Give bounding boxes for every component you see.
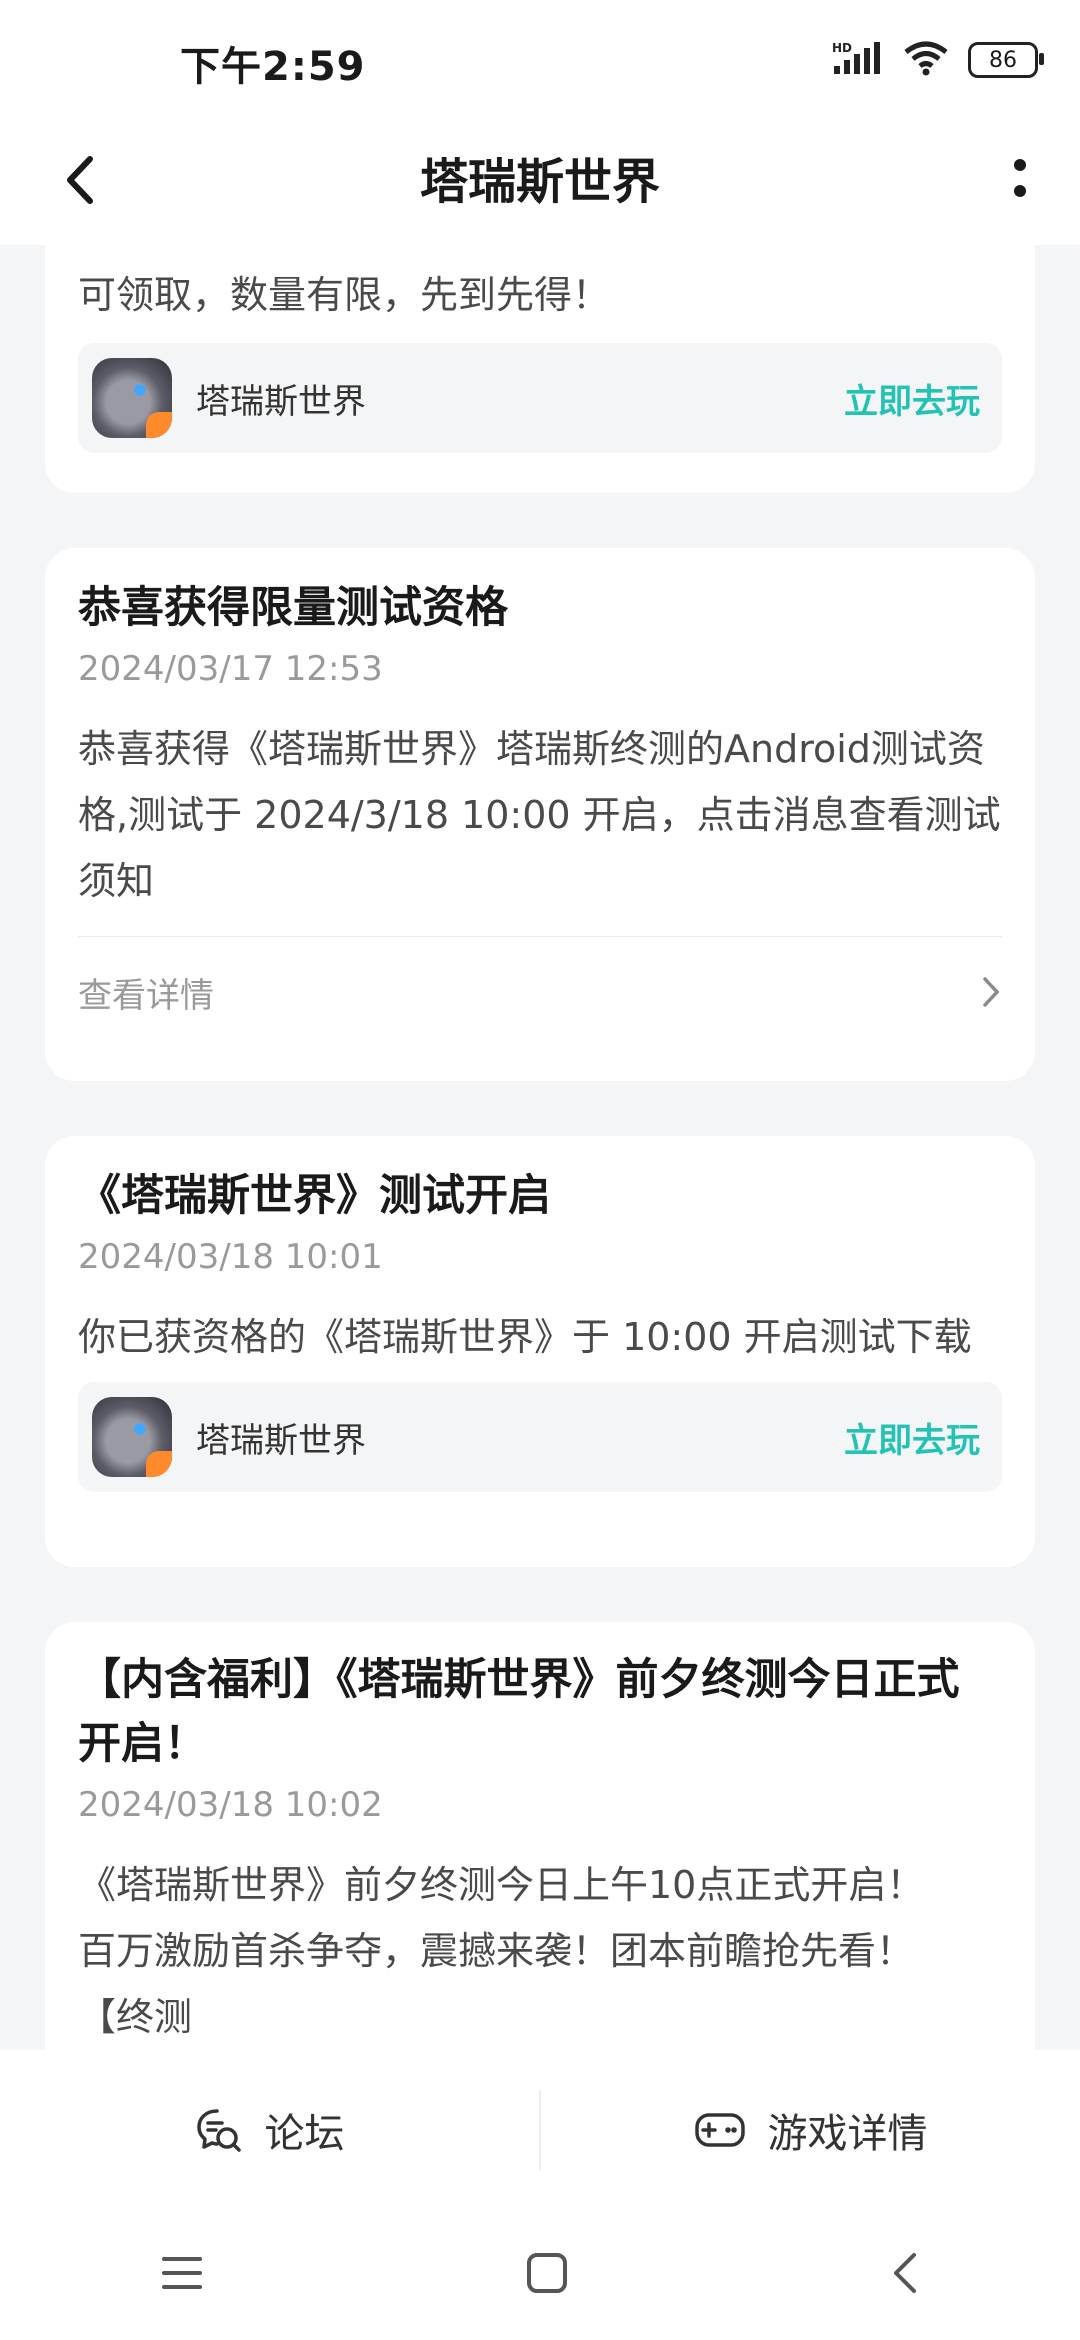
more-vertical-icon — [1014, 159, 1026, 197]
message-card[interactable]: 可领取，数量有限，先到先得！ 塔瑞斯世界 立即去玩 — [45, 245, 1035, 493]
message-card[interactable]: 《塔瑞斯世界》测试开启 2024/03/18 10:01 你已获资格的《塔瑞斯世… — [45, 1136, 1035, 1567]
system-back-button[interactable] — [890, 2251, 920, 2299]
message-list[interactable]: 可领取，数量有限，先到先得！ 塔瑞斯世界 立即去玩 恭喜获得限量测试资格 202… — [0, 245, 1080, 2050]
bottom-action-bar: 论坛 游戏详情 — [0, 2050, 1080, 2210]
wifi-icon — [902, 40, 950, 80]
cellular-signal-icon: HD — [832, 40, 884, 80]
status-icons: HD 86 — [832, 40, 1044, 80]
card-body-line: 《塔瑞斯世界》前夕终测今日上午10点正式开启！ — [78, 1863, 925, 1907]
game-app-icon — [92, 358, 172, 438]
card-body: 可领取，数量有限，先到先得！ — [78, 273, 611, 317]
back-triangle-icon — [893, 2253, 916, 2293]
view-details-row[interactable]: 查看详情 — [78, 937, 1002, 1047]
battery-level: 86 — [989, 47, 1017, 73]
app-row[interactable]: 塔瑞斯世界 立即去玩 — [78, 1382, 1002, 1492]
back-arrow-icon — [67, 156, 93, 204]
recent-apps-button[interactable] — [160, 2253, 204, 2297]
page-title: 塔瑞斯世界 — [419, 154, 660, 210]
play-now-button[interactable]: 立即去玩 — [844, 1413, 980, 1462]
tab-forum-label: 论坛 — [264, 2111, 345, 2157]
app-name: 塔瑞斯世界 — [196, 1420, 366, 1461]
battery-icon: 86 — [968, 42, 1044, 78]
card-timestamp: 2024/03/18 10:02 — [78, 1785, 383, 1825]
game-app-icon — [92, 1397, 172, 1477]
card-title: 恭喜获得限量测试资格 — [78, 583, 508, 633]
more-options-button[interactable] — [990, 140, 1050, 220]
play-now-button[interactable]: 立即去玩 — [844, 374, 980, 423]
home-square-icon — [526, 2253, 567, 2293]
card-title: 【内含福利】《塔瑞斯世界》前夕终测今日正式开启！ — [78, 1655, 960, 1769]
card-title: 《塔瑞斯世界》测试开启 — [78, 1171, 551, 1221]
message-card[interactable]: 恭喜获得限量测试资格 2024/03/17 12:53 恭喜获得《塔瑞斯世界》塔… — [45, 548, 1035, 1081]
card-body-line: 【终测 — [78, 1995, 193, 2039]
card-timestamp: 2024/03/18 10:01 — [78, 1237, 383, 1277]
status-bar: 下午2:59 HD 86 — [0, 0, 1080, 120]
tab-forum[interactable]: 论坛 — [0, 2050, 539, 2210]
card-body: 《塔瑞斯世界》前夕终测今日上午10点正式开启！ 百万激励首杀争夺，震撼来袭！团本… — [78, 1852, 1002, 2050]
home-button[interactable] — [525, 2251, 569, 2299]
view-details-label: 查看详情 — [78, 975, 214, 1016]
gamepad-icon — [694, 2113, 745, 2147]
card-body-line: 百万激励首杀争夺，震撼来袭！团本前瞻抢先看！ — [78, 1929, 915, 1973]
app-header: 塔瑞斯世界 — [0, 120, 1080, 245]
status-time: 下午2:59 — [180, 44, 366, 90]
card-timestamp: 2024/03/17 12:53 — [78, 649, 383, 689]
app-name: 塔瑞斯世界 — [196, 381, 366, 422]
network-type-label: HD — [832, 41, 852, 55]
tab-game-details[interactable]: 游戏详情 — [541, 2050, 1080, 2210]
message-card[interactable]: 【内含福利】《塔瑞斯世界》前夕终测今日正式开启！ 2024/03/18 10:0… — [45, 1622, 1035, 2050]
card-body: 恭喜获得《塔瑞斯世界》塔瑞斯终测的Android测试资格,测试于 2024/3/… — [78, 727, 1001, 903]
back-button[interactable] — [40, 140, 120, 220]
chat-icon — [196, 2109, 241, 2152]
menu-icon — [162, 2257, 203, 2289]
card-body: 你已获资格的《塔瑞斯世界》于 10:00 开启测试下载 — [78, 1315, 972, 1359]
app-row[interactable]: 塔瑞斯世界 立即去玩 — [78, 343, 1002, 453]
chevron-right-icon — [983, 977, 1000, 1007]
tab-game-details-label: 游戏详情 — [767, 2111, 928, 2157]
system-nav-bar — [0, 2210, 1080, 2340]
